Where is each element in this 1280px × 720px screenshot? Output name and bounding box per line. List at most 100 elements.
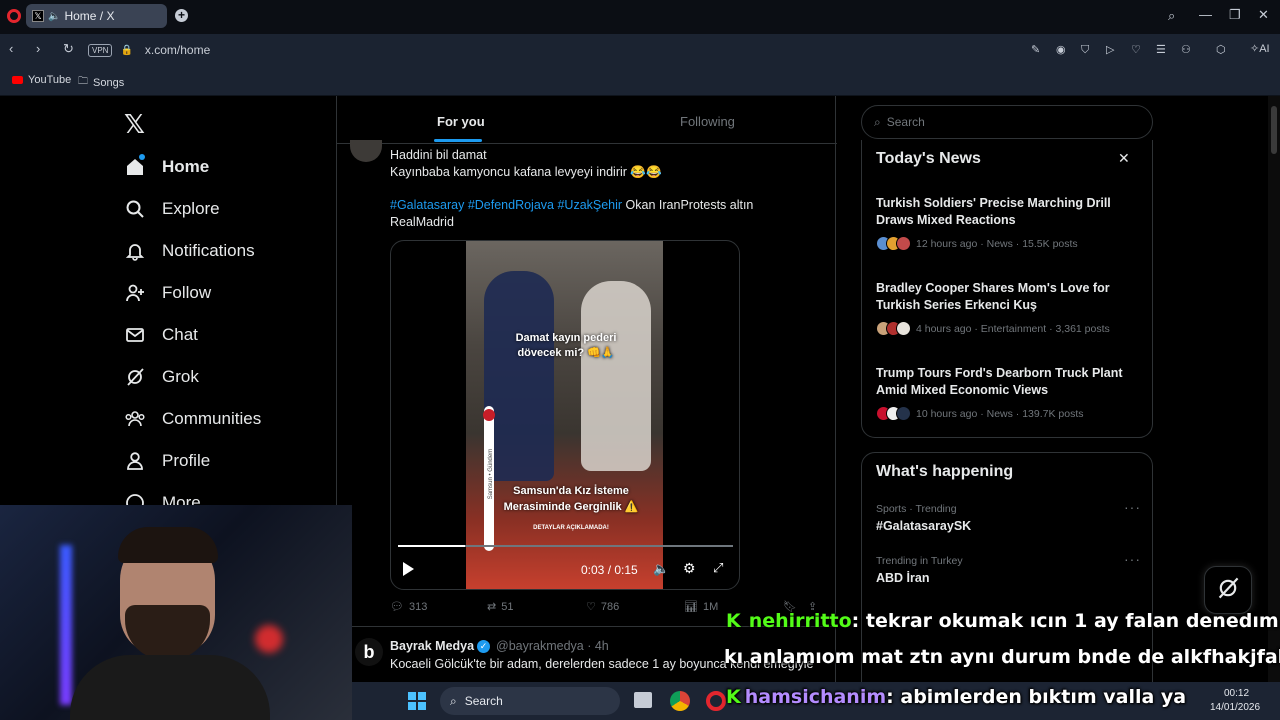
share-icon[interactable]: ✎ bbox=[1031, 43, 1040, 57]
tweet-hashtags[interactable]: #Galatasaray #DefendRojava #UzakŞehir bbox=[390, 198, 622, 212]
webcam-overlay bbox=[0, 505, 352, 720]
news-meta-text: 10 hours ago · News · 139.7K posts bbox=[916, 407, 1084, 420]
close-window-icon[interactable]: ✕ bbox=[1258, 8, 1269, 22]
reply-button[interactable]: 💬︎ 313 bbox=[390, 600, 427, 614]
new-tab-button[interactable]: + bbox=[175, 9, 188, 22]
ai-button[interactable]: ✧AI bbox=[1250, 42, 1270, 55]
person-right-shape bbox=[581, 281, 651, 471]
streamer-beard-shape bbox=[125, 605, 210, 660]
clock-date[interactable]: 14/01/2026 bbox=[1210, 702, 1260, 713]
vpn-badge[interactable]: VPN bbox=[88, 43, 113, 57]
sidebar-item-home[interactable]: Home bbox=[124, 154, 209, 178]
forward-icon[interactable]: › bbox=[36, 42, 40, 56]
volume-icon[interactable]: 🔈 bbox=[653, 561, 669, 577]
clock-time[interactable]: 00:12 bbox=[1224, 688, 1249, 699]
news-item-title[interactable]: Turkish Soldiers' Precise Marching Drill… bbox=[876, 195, 1138, 229]
sidebar-item-communities[interactable]: Communities bbox=[124, 408, 261, 430]
opera-icon[interactable] bbox=[706, 691, 726, 711]
tweet-author-handle[interactable]: @bayrakmedya · 4h bbox=[496, 639, 609, 653]
sidebar-item-notifications[interactable]: Notifications bbox=[124, 240, 255, 262]
led-light-shape bbox=[60, 545, 72, 705]
sidebar-item-profile[interactable]: Profile bbox=[124, 450, 210, 472]
bookmarks-bar bbox=[0, 66, 1280, 96]
bookmark-youtube[interactable]: YouTube bbox=[12, 74, 71, 86]
active-tab-indicator bbox=[434, 139, 482, 142]
search-input[interactable]: ⌕ Search bbox=[861, 105, 1153, 139]
news-item-title[interactable]: Bradley Cooper Shares Mom's Love for Tur… bbox=[876, 280, 1138, 314]
folder-icon: 🗀 bbox=[78, 76, 88, 87]
video-progress-fill bbox=[398, 545, 465, 547]
news-item-title[interactable]: Trump Tours Ford's Dearborn Truck Plant … bbox=[876, 365, 1138, 399]
kick-logo-icon: K bbox=[726, 610, 741, 632]
search-tabs-icon[interactable]: ⌕ bbox=[1168, 9, 1175, 23]
trend-name[interactable]: ABD İran bbox=[876, 571, 929, 585]
avatar[interactable]: b bbox=[355, 638, 383, 666]
chat-text: : abimlerden bıktım valla ya bbox=[886, 686, 1187, 708]
minimize-icon[interactable]: — bbox=[1199, 8, 1212, 22]
reload-icon[interactable]: ↻ bbox=[63, 42, 74, 56]
opera-logo-icon[interactable] bbox=[7, 9, 21, 23]
grok-float-button[interactable] bbox=[1204, 566, 1252, 614]
person-left-shape bbox=[484, 271, 554, 481]
settings-icon[interactable]: ⚙ bbox=[683, 560, 696, 577]
video-player[interactable]: Damat kayın pederi dövecek mi? 👊🙏 Samsun… bbox=[390, 240, 740, 590]
menu-icon[interactable]: ☰ bbox=[1156, 43, 1166, 57]
browser-tab-bar: 𝕏 🔈 Home / X + ⌕ — ❐ ✕ bbox=[0, 0, 1280, 34]
x-logo-icon[interactable]: 𝕏 bbox=[124, 110, 145, 140]
sidebar-item-grok[interactable]: Grok bbox=[124, 366, 199, 388]
reply-icon: 💬︎ bbox=[390, 601, 404, 613]
windows-start-icon[interactable] bbox=[408, 692, 426, 710]
lock-icon: 🔒 bbox=[120, 44, 133, 56]
views-button[interactable]: 📊︎ 1M bbox=[684, 600, 718, 614]
bookmark-songs[interactable]: 🗀 Songs bbox=[78, 74, 124, 91]
restore-icon[interactable]: ❐ bbox=[1229, 8, 1241, 22]
bell-icon bbox=[124, 240, 146, 262]
more-options-icon[interactable]: ··· bbox=[1124, 499, 1141, 515]
camera-icon[interactable]: ◉ bbox=[1056, 43, 1066, 57]
audio-icon[interactable]: 🔈 bbox=[48, 11, 60, 22]
profile-icon bbox=[124, 450, 146, 472]
tweet-line-4: RealMadrid bbox=[390, 215, 454, 229]
page-scrollbar[interactable] bbox=[1268, 96, 1280, 686]
sidebar-item-chat[interactable]: Chat bbox=[124, 324, 198, 346]
play-icon[interactable] bbox=[403, 562, 414, 576]
fullscreen-icon[interactable]: ⤢ bbox=[713, 560, 723, 576]
more-options-icon[interactable]: ··· bbox=[1124, 551, 1141, 567]
video-progress-track[interactable] bbox=[398, 545, 733, 547]
repost-button[interactable]: ⇄ 51 bbox=[487, 600, 513, 614]
news-item-meta: 12 hours ago · News · 15.5K posts bbox=[876, 236, 1078, 251]
avatar-stack bbox=[876, 406, 911, 421]
url-text[interactable]: x.com/home bbox=[145, 43, 210, 57]
sidebar-item-follow[interactable]: Follow bbox=[124, 282, 211, 304]
trend-name[interactable]: #GalatasaraySK bbox=[876, 519, 971, 533]
tweet-author-name[interactable]: Bayrak Medya bbox=[390, 639, 474, 653]
scrollbar-thumb[interactable] bbox=[1271, 106, 1277, 154]
bookmark-label: YouTube bbox=[28, 74, 72, 86]
video-caption-small: DETAYLAR AÇIKLAMADA! bbox=[533, 525, 609, 531]
grok-icon bbox=[124, 366, 146, 388]
cube-icon[interactable]: ⬡ bbox=[1216, 43, 1226, 57]
chrome-icon[interactable] bbox=[670, 691, 690, 711]
play-icon[interactable]: ▷ bbox=[1106, 43, 1114, 57]
tab-following[interactable]: Following bbox=[680, 114, 735, 129]
taskview-icon[interactable] bbox=[634, 692, 652, 708]
tab-for-you[interactable]: For you bbox=[437, 114, 485, 129]
taskbar-search-label: Search bbox=[464, 694, 503, 708]
news-logo-icon bbox=[483, 409, 495, 421]
sidebar-item-explore[interactable]: Explore bbox=[124, 198, 220, 220]
close-icon[interactable]: ✕ bbox=[1118, 150, 1130, 167]
taskbar-search[interactable]: ⌕ Search bbox=[440, 687, 620, 715]
heart-icon[interactable]: ♡ bbox=[1131, 43, 1141, 57]
panel-title: Today's News bbox=[876, 150, 981, 167]
browser-tab-home[interactable]: 𝕏 🔈 Home / X bbox=[26, 4, 167, 28]
trend-category: Trending in Turkey bbox=[876, 555, 963, 567]
follow-icon bbox=[124, 282, 146, 304]
sidebar-item-label: Profile bbox=[162, 451, 211, 470]
shield-icon[interactable]: ⛉ bbox=[1081, 43, 1089, 57]
tweet-line-1: Haddini bil damat bbox=[390, 148, 487, 162]
tweet-emoji: 😂😂 bbox=[630, 165, 662, 179]
like-button[interactable]: ♡ 786 bbox=[586, 600, 619, 614]
avatar-stack bbox=[876, 236, 911, 251]
account-icon[interactable]: ⚇ bbox=[1181, 43, 1191, 57]
back-icon[interactable]: ‹ bbox=[9, 42, 13, 56]
